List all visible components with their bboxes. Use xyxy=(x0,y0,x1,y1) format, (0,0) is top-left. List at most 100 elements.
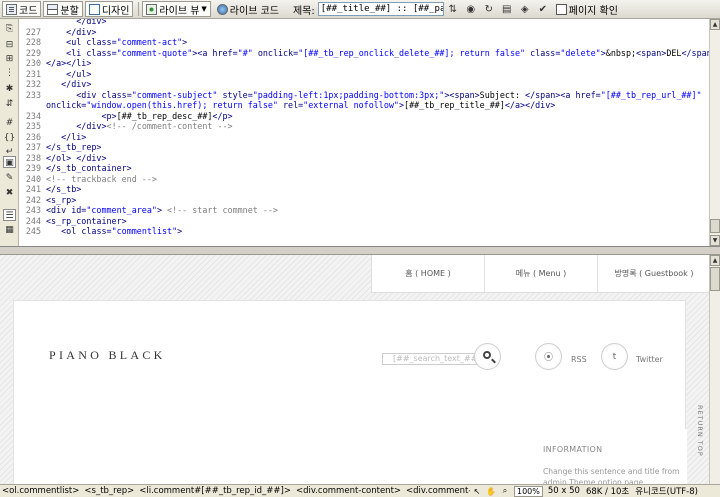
line-number: 230 xyxy=(25,58,41,68)
chevron-down-icon[interactable]: ▼ xyxy=(201,5,206,13)
site-title[interactable]: PIANO BLACK xyxy=(49,348,166,363)
remove-comment-icon[interactable]: ✖ xyxy=(3,187,16,199)
zoom-select[interactable]: 100% xyxy=(514,485,543,497)
line-number: 232 xyxy=(25,79,41,89)
live-view-pane[interactable]: 홈 ( HOME ) 메뉴 ( Menu ) 방명록 ( Guestbook )… xyxy=(0,255,720,484)
tag-selector: <ol.commentlist> <s_tb_rep> <li.comment#[#… xyxy=(0,486,470,496)
search-button[interactable] xyxy=(474,343,501,370)
nav-item-guestbook[interactable]: 방명록 ( Guestbook ) xyxy=(598,255,711,292)
rss-label[interactable]: RSS xyxy=(571,355,587,364)
preview-browser-icon[interactable]: ◉ xyxy=(464,2,478,16)
view-options-icon[interactable]: ▤ xyxy=(500,2,514,16)
twitter-label[interactable]: Twitter xyxy=(636,355,663,364)
syntax-error-icon[interactable]: ▣ xyxy=(3,156,16,168)
design-view-label: 디자인 xyxy=(101,5,130,17)
code-line[interactable]: <li class="comment-quote"><a href="#" on… xyxy=(46,48,710,58)
pane-splitter[interactable] xyxy=(0,247,720,255)
balance-braces-icon[interactable]: ⇵ xyxy=(3,98,16,110)
line-number: 236 xyxy=(25,131,41,142)
line-number: 235 xyxy=(25,121,41,131)
collapse-selection-icon[interactable]: ⊞ xyxy=(3,53,16,65)
nav-item-home[interactable]: 홈 ( HOME ) xyxy=(372,255,485,292)
code-line[interactable]: <div class="comment-subject" style="padd… xyxy=(46,90,701,100)
validate-markup-icon[interactable]: ✔ xyxy=(536,2,550,16)
wrap-tag-icon[interactable]: ☰ xyxy=(3,209,16,221)
code-line[interactable]: <ol class="commentlist"> xyxy=(46,226,182,236)
code-line[interactable]: </a></li> xyxy=(46,58,91,68)
tag-selector-item[interactable]: <s_tb_rep> xyxy=(84,486,134,496)
live-view-scrollbar[interactable]: ▲ xyxy=(709,255,720,484)
zoom-tool-icon[interactable]: ⌕ xyxy=(499,486,511,497)
live-view-button[interactable]: 라이브 뷰 ▼ xyxy=(142,1,211,17)
tag-selector-item[interactable]: <ol.commentlist> xyxy=(2,486,79,496)
code-line[interactable]: </div> xyxy=(46,79,91,89)
code-line[interactable]: </div> xyxy=(46,27,96,37)
rss-button[interactable]: ⦿ xyxy=(535,343,562,370)
code-line[interactable]: <div id="comment_area"> <!-- start commn… xyxy=(46,205,278,215)
search-input[interactable]: [##_search_text_##] xyxy=(382,353,478,365)
line-numbers-icon[interactable]: # xyxy=(3,117,16,129)
code-scrollbar[interactable]: ▲ ▼ xyxy=(709,19,720,246)
code-line[interactable]: </li> xyxy=(46,132,86,142)
design-view-button[interactable]: 디자인 xyxy=(84,1,134,17)
select-parent-tag-icon[interactable]: ✱ xyxy=(3,83,16,95)
code-line[interactable]: </s_tb> xyxy=(46,184,81,194)
scroll-up-arrow-icon[interactable]: ▲ xyxy=(710,19,720,30)
line-number-gutter: 227 228 229 230 231 232 233 234 235 236 237 238 239 2… xyxy=(19,19,43,246)
code-line[interactable]: <ul class="comment-act"> xyxy=(46,37,187,47)
line-number: 242 xyxy=(25,194,41,205)
file-size-download-time: 68K / 10초 xyxy=(585,487,630,497)
highlight-invalid-icon[interactable]: {} xyxy=(3,132,16,144)
collapse-tag-icon[interactable]: ⊟ xyxy=(3,39,16,51)
visual-aids-icon[interactable]: ◈ xyxy=(518,2,532,16)
code-line[interactable]: </ol> </div> xyxy=(46,153,107,163)
code-line[interactable]: <!-- trackback end --> xyxy=(46,174,157,184)
code-view-button[interactable]: 코드 xyxy=(2,1,42,17)
code-line[interactable]: onclick="window.open(this.href); return … xyxy=(46,100,555,110)
code-editor[interactable]: </div> </div> <ul class="comment-act"> <… xyxy=(46,19,710,246)
window-size[interactable]: 50 x 50 xyxy=(548,486,580,496)
expand-all-icon[interactable]: ⋮ xyxy=(3,67,16,79)
hand-tool-icon[interactable]: ✋ xyxy=(485,486,497,497)
split-view-icon xyxy=(47,3,59,15)
select-tool-icon[interactable]: ↖ xyxy=(471,486,483,497)
nav-item-menu[interactable]: 메뉴 ( Menu ) xyxy=(485,255,598,292)
open-documents-icon[interactable]: ⎘ xyxy=(3,23,16,35)
split-view-button[interactable]: 분할 xyxy=(43,1,83,17)
line-number: 238 xyxy=(25,152,41,163)
scroll-down-arrow-icon[interactable]: ▼ xyxy=(710,235,720,246)
code-line[interactable]: </s_tb_container> xyxy=(46,163,132,173)
code-line[interactable]: <s_rp> xyxy=(46,195,76,205)
title-input[interactable]: [##_title_##] :: [##_page_title_##] xyxy=(317,2,444,16)
scroll-up-arrow-icon[interactable]: ▲ xyxy=(710,255,720,266)
line-number: 237 xyxy=(25,142,41,152)
apply-comment-icon[interactable]: ✎ xyxy=(3,172,16,184)
check-page-button[interactable]: 페이지 확인 xyxy=(552,1,622,17)
site-header-box: PIANO BLACK [##_search_text_##] ⦿ RSS t … xyxy=(13,300,687,484)
tag-selector-item[interactable]: <div.comment-subject> xyxy=(406,486,470,496)
line-number: 245 xyxy=(25,226,41,236)
twitter-icon: t xyxy=(612,351,617,362)
scrollbar-thumb[interactable] xyxy=(710,267,720,291)
code-line[interactable]: </div> xyxy=(46,19,106,26)
split-view-label: 분할 xyxy=(60,5,79,17)
line-number: 239 xyxy=(25,163,41,173)
scrollbar-thumb[interactable] xyxy=(710,219,720,233)
tag-selector-item[interactable]: <div.comment-content> xyxy=(296,486,401,496)
live-code-button[interactable]: 라이브 코드 xyxy=(213,1,283,17)
information-widget: INFORMATION Change this sentence and tit… xyxy=(528,429,687,484)
return-top-link[interactable]: RETURN TOP xyxy=(692,405,704,457)
code-line[interactable]: </s_tb_rep> xyxy=(46,142,101,152)
twitter-button[interactable]: t xyxy=(601,343,628,370)
code-line[interactable]: </ul> xyxy=(46,69,91,79)
code-line[interactable]: <p>[##_tb_rep_desc_##]</p> xyxy=(46,111,232,121)
code-view-pane[interactable]: ⎘ ⊟ ⊞ ⋮ ✱ ⇵ # {} ↵ ▣ ✎ ✖ ☰ ▦ 227 228 229 23… xyxy=(0,19,720,247)
snippets-icon[interactable]: ▦ xyxy=(3,224,16,236)
code-line[interactable]: </div><!-- /comment-content --> xyxy=(46,121,232,131)
file-management-icon[interactable]: ⇅ xyxy=(446,2,460,16)
code-line[interactable]: <s_rp_container> xyxy=(46,216,127,226)
line-number: 241 xyxy=(25,184,41,194)
design-view-icon xyxy=(88,3,100,15)
refresh-icon[interactable]: ↻ xyxy=(482,2,496,16)
tag-selector-item[interactable]: <li.comment#[##_tb_rep_id_##]> xyxy=(139,486,291,496)
